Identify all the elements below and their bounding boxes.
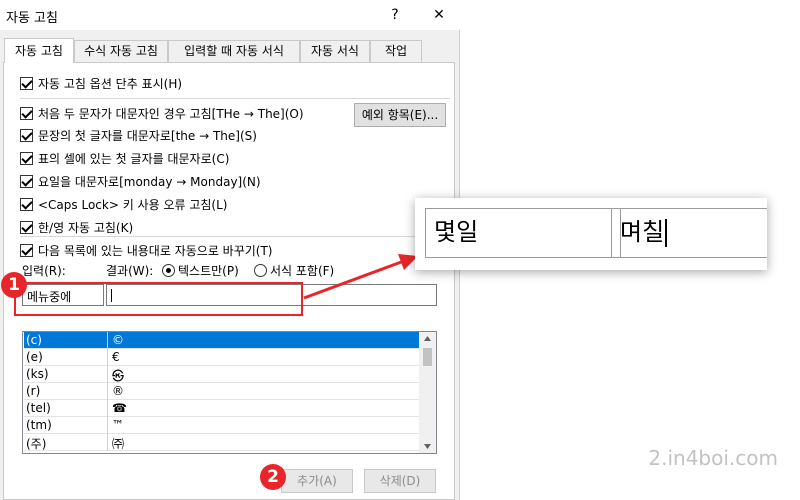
arrow-line <box>303 259 405 300</box>
watermark: 2.in4boi.com <box>648 446 778 470</box>
tab-autocorrect[interactable]: 자동 고침 <box>4 38 74 63</box>
zoom-input-cell: 몇일 <box>425 208 621 258</box>
zoom-result-text: 며칠 <box>620 218 665 246</box>
zoomed-cell-preview: 몇일 며칠 <box>415 198 767 270</box>
zoom-result-cell: 며칠 <box>611 208 767 258</box>
text-cursor <box>665 219 668 247</box>
